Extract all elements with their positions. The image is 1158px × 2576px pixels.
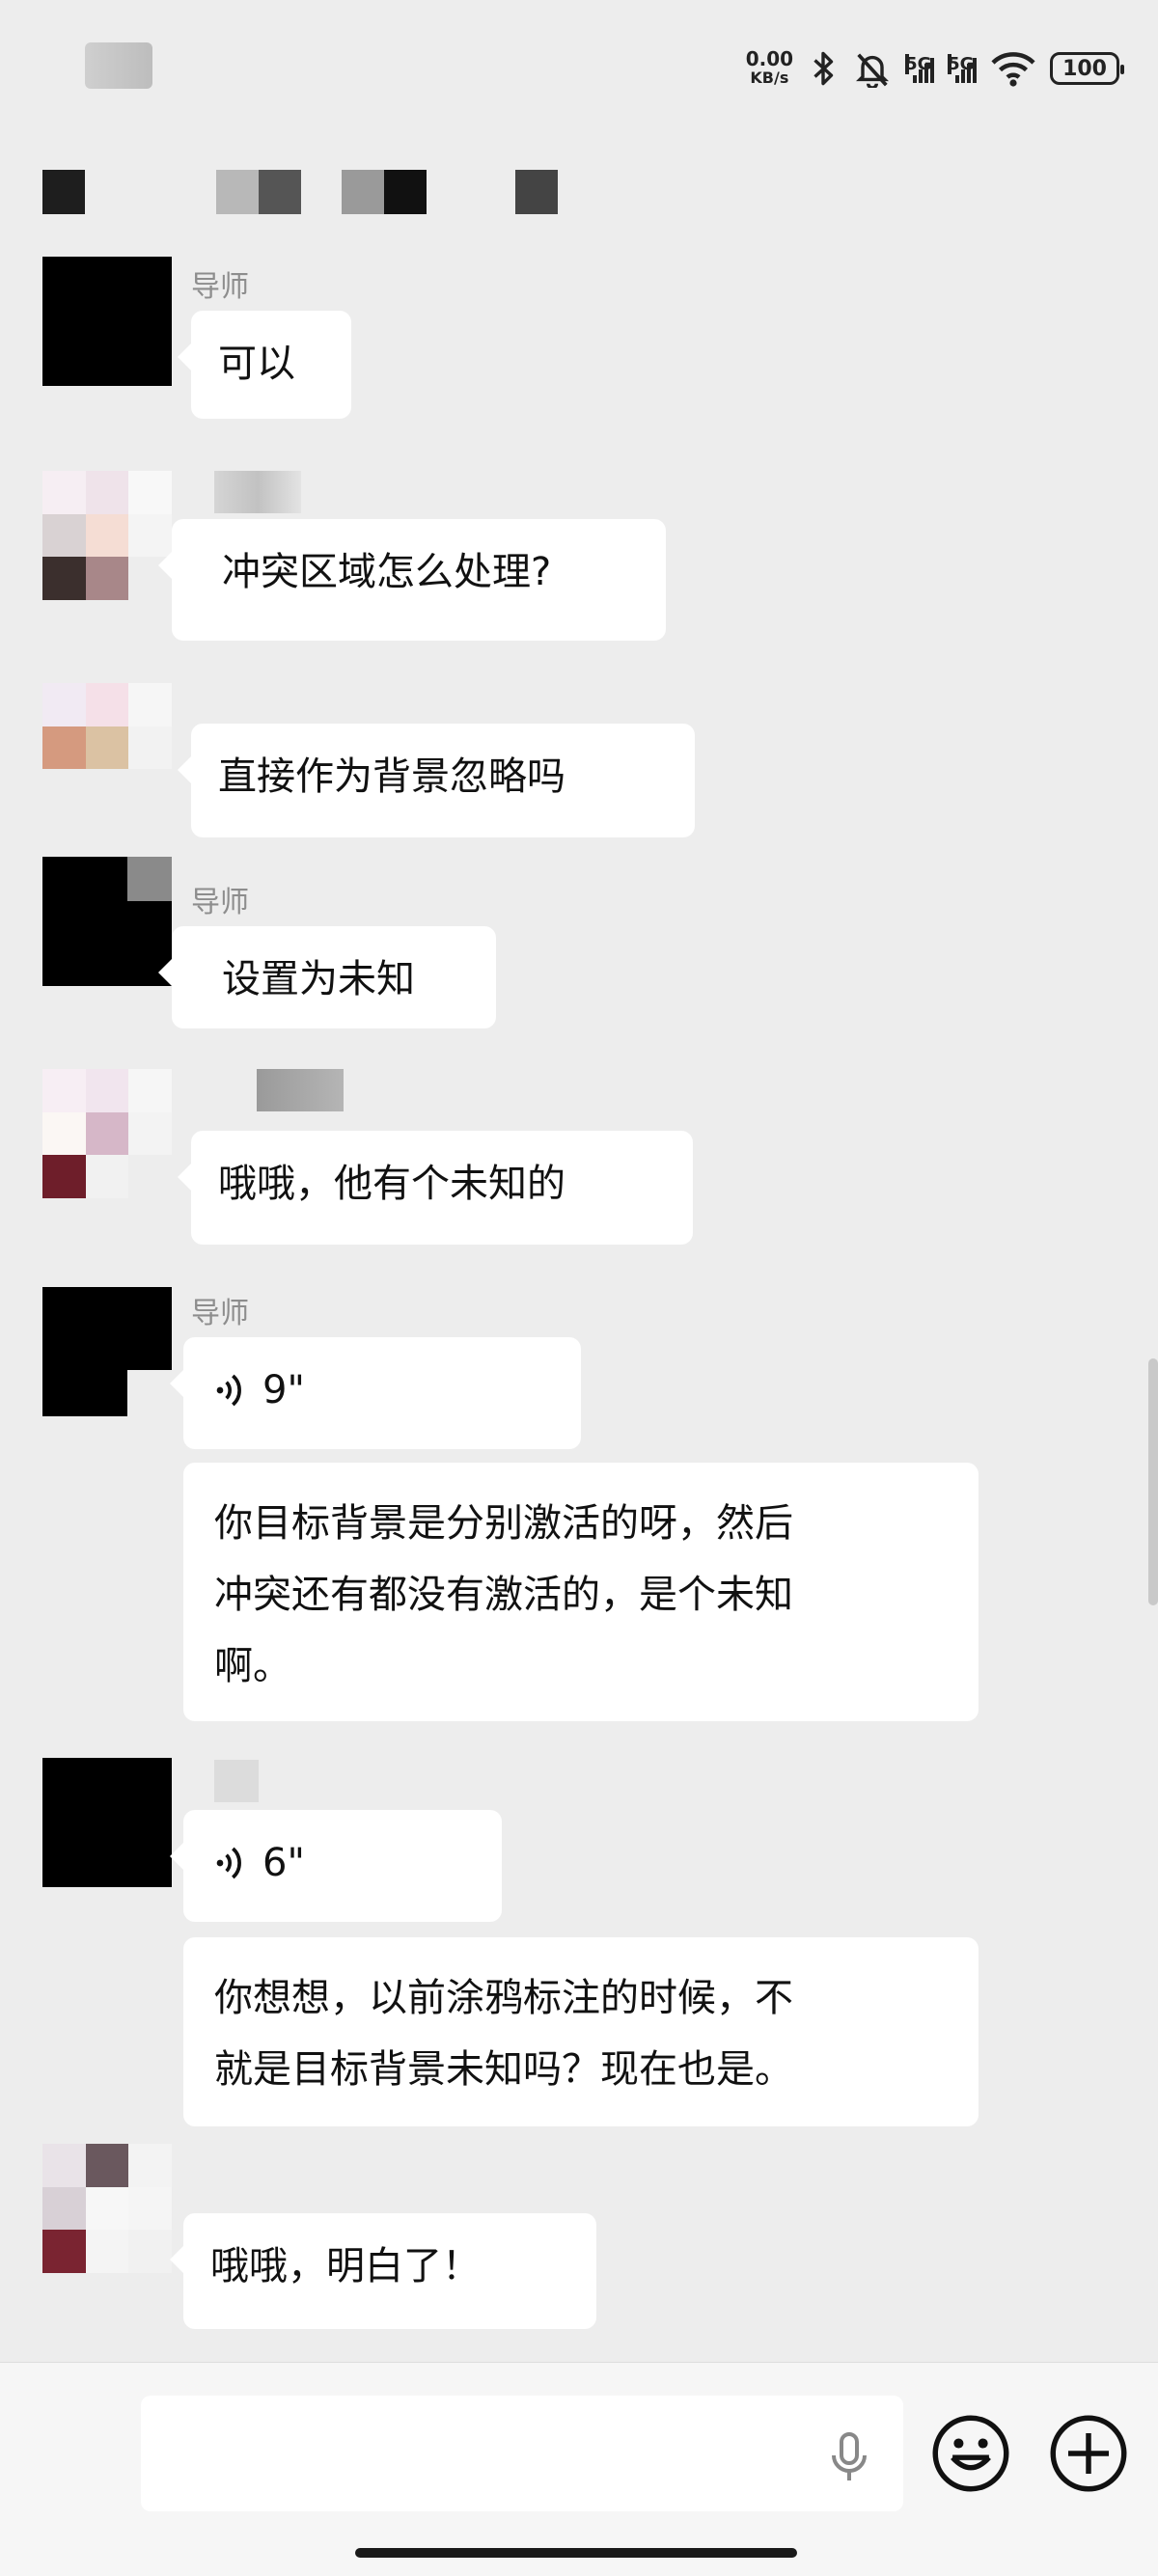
redacted-chat-title bbox=[42, 170, 583, 216]
redacted-sender-name bbox=[257, 1069, 344, 1111]
avatar[interactable] bbox=[42, 1069, 172, 1198]
message-line: 冲突还有都没有激活的，是个未知 bbox=[214, 1573, 793, 1617]
voice-message[interactable]: 6" bbox=[210, 1831, 475, 1895]
message-bubble[interactable]: 冲突区域怎么处理? bbox=[158, 519, 666, 641]
message-bubble[interactable]: 哦哦，他有个未知的 bbox=[178, 1131, 693, 1245]
avatar[interactable] bbox=[42, 683, 172, 812]
message-line: 你目标背景是分别激活的呀，然后 bbox=[214, 1501, 793, 1546]
voice-wave-icon bbox=[216, 1847, 241, 1879]
emoji-icon[interactable] bbox=[930, 2413, 1011, 2494]
message-line: 你想想，以前涂鸦标注的时候，不 bbox=[214, 1976, 793, 2020]
message-bubble[interactable]: 你目标背景是分别激活的呀，然后 冲突还有都没有激活的，是个未知 啊。 bbox=[183, 1463, 979, 1721]
message-bubble[interactable]: 直接作为背景忽略吗 bbox=[178, 724, 695, 837]
voice-message-bubble[interactable]: 6" bbox=[170, 1810, 502, 1922]
redacted-sender-name bbox=[214, 1760, 259, 1802]
sender-name: 导师 bbox=[191, 1297, 249, 1330]
avatar[interactable] bbox=[42, 1758, 172, 1887]
scrollbar[interactable] bbox=[1148, 1358, 1158, 1605]
microphone-icon[interactable] bbox=[826, 2430, 872, 2484]
voice-duration: 9" bbox=[262, 1368, 305, 1412]
voice-message[interactable]: 9" bbox=[210, 1358, 554, 1422]
home-indicator[interactable] bbox=[355, 2548, 797, 2558]
message-bubble[interactable]: 你想想，以前涂鸦标注的时候，不 就是目标背景未知吗？现在也是。 bbox=[183, 1937, 979, 2126]
status-icons: 0.00 KB/s 5G 5G 100 bbox=[746, 44, 1124, 93]
network-speed-value: 0.00 bbox=[745, 47, 794, 70]
avatar[interactable] bbox=[42, 257, 172, 386]
network-speed-unit: KB/s bbox=[750, 69, 789, 87]
message-line: 啊。 bbox=[214, 1644, 291, 1688]
redacted-status-left bbox=[85, 42, 152, 89]
bell-muted-icon bbox=[856, 53, 890, 88]
avatar[interactable] bbox=[42, 471, 172, 600]
bluetooth-icon bbox=[813, 51, 834, 86]
sender-name: 导师 bbox=[191, 886, 249, 919]
status-bar: 0.00 KB/s 5G 5G 100 bbox=[0, 0, 1158, 135]
voice-duration: 6" bbox=[262, 1841, 305, 1885]
signal-icon-sim2: 5G bbox=[948, 54, 978, 83]
chat-screen: 0.00 KB/s 5G 5G 100 导师 可以 冲突区域怎么处理? 直接作为… bbox=[0, 0, 1158, 2576]
battery-indicator: 100 bbox=[1050, 52, 1124, 85]
input-bar bbox=[0, 2362, 1158, 2576]
voice-message-bubble[interactable]: 9" bbox=[170, 1337, 581, 1449]
redacted-sender-name bbox=[214, 471, 301, 513]
message-line: 就是目标背景未知吗？现在也是。 bbox=[214, 2047, 793, 2092]
avatar[interactable] bbox=[42, 2144, 172, 2273]
signal-icon-sim1: 5G bbox=[905, 54, 935, 83]
message-bubble[interactable]: 可以 bbox=[178, 311, 351, 419]
network-speed: 0.00 KB/s bbox=[746, 49, 793, 88]
wifi-icon bbox=[991, 52, 1035, 87]
avatar-redaction bbox=[127, 857, 172, 901]
avatar-corner bbox=[127, 1370, 172, 1416]
message-bubble[interactable]: 设置为未知 bbox=[158, 926, 496, 1028]
sender-name: 导师 bbox=[191, 270, 249, 304]
voice-wave-icon bbox=[216, 1374, 241, 1407]
message-bubble[interactable]: 哦哦，明白了！ bbox=[170, 2213, 596, 2329]
plus-icon[interactable] bbox=[1048, 2413, 1129, 2494]
message-input[interactable] bbox=[141, 2396, 903, 2511]
